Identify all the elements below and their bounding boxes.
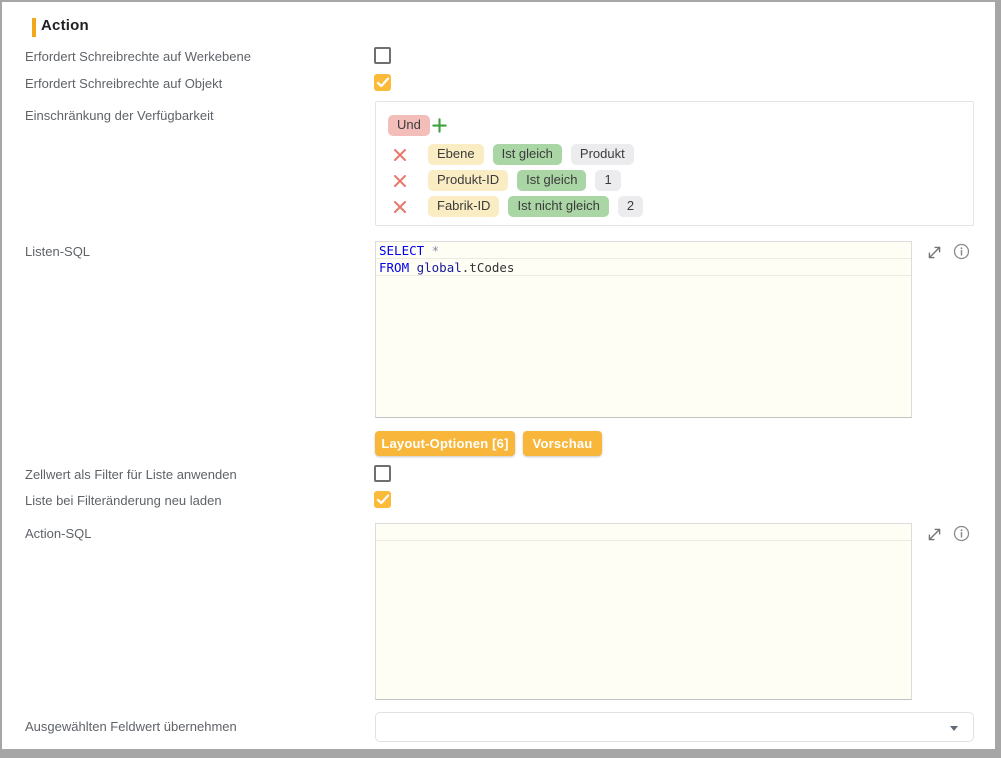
label-action-sql: Action-SQL xyxy=(25,526,91,541)
sql-schema: global xyxy=(417,260,462,275)
page-title: Action xyxy=(41,17,89,34)
condition-value-chip[interactable]: Produkt xyxy=(571,144,634,165)
filter-condition-row: Ebene Ist gleich Produkt xyxy=(392,144,634,165)
section-accent-bar xyxy=(32,18,36,37)
label-availability: Einschränkung der Verfügbarkeit xyxy=(25,108,214,123)
label-reload-on-filter: Liste bei Filteränderung neu laden xyxy=(25,493,222,508)
layout-options-button[interactable]: Layout-Optionen [6] xyxy=(375,431,515,456)
label-write-plant: Erfordert Schreibrechte auf Werkebene xyxy=(25,49,251,64)
sql-star: * xyxy=(432,243,440,258)
condition-operator-chip[interactable]: Ist gleich xyxy=(493,144,562,165)
code-line: FROM global.tCodes xyxy=(376,259,911,276)
check-icon xyxy=(376,493,390,506)
label-apply-field-value: Ausgewählten Feldwert übernehmen xyxy=(25,719,237,734)
checkbox-reload-on-filter[interactable] xyxy=(374,491,391,508)
preview-button[interactable]: Vorschau xyxy=(523,431,602,456)
checkbox-write-object[interactable] xyxy=(374,74,391,91)
sql-keyword: FROM xyxy=(379,260,409,275)
action-panel: Action Erfordert Schreibrechte auf Werke… xyxy=(2,2,995,749)
remove-condition-icon[interactable] xyxy=(392,199,408,215)
check-icon xyxy=(376,76,390,89)
condition-field-chip[interactable]: Produkt-ID xyxy=(428,170,508,191)
code-line: SELECT * xyxy=(376,242,911,259)
checkbox-cell-filter[interactable] xyxy=(374,465,391,482)
condition-value-chip[interactable]: 2 xyxy=(618,196,643,217)
window-frame: Action Erfordert Schreibrechte auf Werke… xyxy=(0,0,1001,758)
code-line xyxy=(376,524,911,541)
add-condition-icon[interactable] xyxy=(431,117,448,134)
expand-editor-icon[interactable] xyxy=(926,244,943,261)
filter-condition-row: Produkt-ID Ist gleich 1 xyxy=(392,170,621,191)
filter-group-operator-chip[interactable]: Und xyxy=(388,115,430,136)
condition-operator-chip[interactable]: Ist nicht gleich xyxy=(508,196,608,217)
expand-editor-icon[interactable] xyxy=(926,526,943,543)
apply-field-value-select[interactable] xyxy=(375,712,974,742)
condition-field-chip[interactable]: Ebene xyxy=(428,144,484,165)
condition-field-chip[interactable]: Fabrik-ID xyxy=(428,196,499,217)
action-sql-editor[interactable] xyxy=(375,523,912,700)
chevron-down-icon xyxy=(950,726,958,731)
remove-condition-icon[interactable] xyxy=(392,173,408,189)
checkbox-write-plant[interactable] xyxy=(374,47,391,64)
sql-table: .tCodes xyxy=(462,260,515,275)
label-cell-filter: Zellwert als Filter für Liste anwenden xyxy=(25,467,237,482)
info-icon[interactable] xyxy=(953,243,970,260)
sql-keyword: SELECT xyxy=(379,243,424,258)
filter-condition-row: Fabrik-ID Ist nicht gleich 2 xyxy=(392,196,643,217)
info-icon[interactable] xyxy=(953,525,970,542)
list-sql-editor[interactable]: SELECT * FROM global.tCodes xyxy=(375,241,912,418)
availability-filter-builder: Und Ebene Ist gleich Produkt Produkt-ID … xyxy=(375,101,974,226)
label-write-object: Erfordert Schreibrechte auf Objekt xyxy=(25,76,222,91)
condition-value-chip[interactable]: 1 xyxy=(595,170,620,191)
remove-condition-icon[interactable] xyxy=(392,147,408,163)
condition-operator-chip[interactable]: Ist gleich xyxy=(517,170,586,191)
label-list-sql: Listen-SQL xyxy=(25,244,90,259)
